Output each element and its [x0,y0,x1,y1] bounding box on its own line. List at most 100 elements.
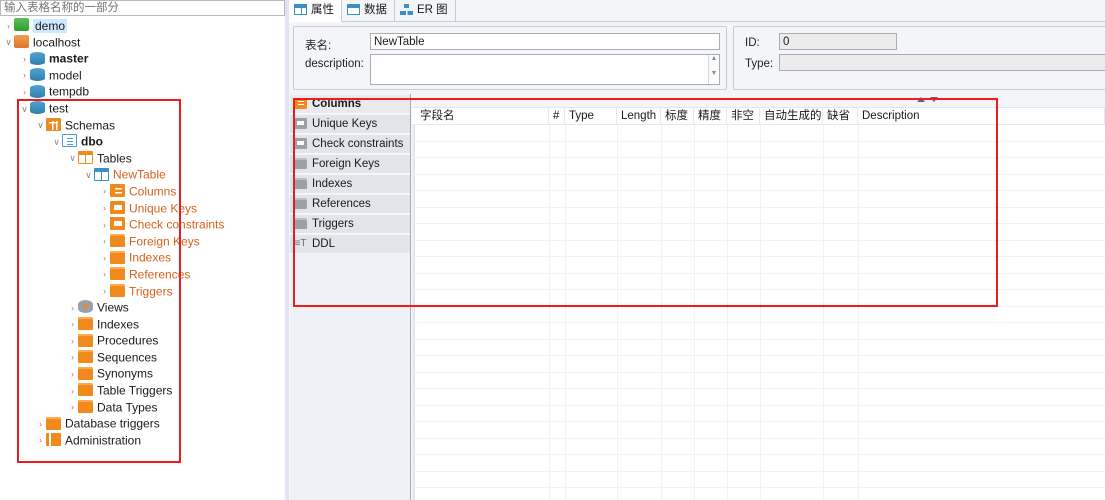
table-row[interactable] [412,406,1105,422]
chevron-down-icon[interactable]: ∨ [51,134,62,151]
chevron-right-icon[interactable]: › [67,300,78,317]
tree-item-foreign-keys[interactable]: › Foreign Keys [0,233,285,250]
tree-item-model[interactable]: › model [0,67,285,84]
description-textarea[interactable] [370,54,720,85]
table-row[interactable] [412,455,1105,472]
table-row[interactable] [412,257,1105,274]
object-list-item-references[interactable]: References [290,194,410,214]
table-row[interactable] [412,307,1105,323]
table-row[interactable] [412,274,1105,290]
table-name-input[interactable] [370,33,720,50]
columns-grid[interactable]: 字段名 # Type Length 标度 精度 非空 自动生成的 缺省 Description [412,94,1105,500]
tree-item-tempdb[interactable]: › tempdb [0,83,285,100]
chevron-right-icon[interactable]: › [67,349,78,366]
chevron-right-icon[interactable]: › [99,266,110,283]
table-row[interactable] [412,439,1105,455]
tree-item-schemas[interactable]: ∨ Schemas [0,117,285,134]
grid-column-header[interactable]: 非空 [727,108,760,125]
table-object-list[interactable]: Columns Unique Keys Check constraints Forei… [290,94,411,500]
tab-er-diagram[interactable]: ER 图 [395,0,456,22]
table-row[interactable] [412,488,1105,500]
tree-item-sequences[interactable]: › Sequences [0,349,285,366]
tree-item-indexes[interactable]: › Indexes [0,316,285,333]
chevron-right-icon[interactable]: › [67,316,78,333]
tree-item-unique-keys[interactable]: › Unique Keys [0,200,285,217]
table-row[interactable] [412,142,1105,158]
tree-item-table-triggers[interactable]: › Table Triggers [0,382,285,399]
tree-item-dbo[interactable]: ∨ dbo [0,133,285,150]
tree-item-tables[interactable]: ∨ Tables [0,150,285,167]
tree-item-localhost[interactable]: ∨ localhost [0,34,285,51]
tree-item-newtable[interactable]: ∨ NewTable [0,166,285,183]
chevron-right-icon[interactable]: › [19,84,30,101]
chevron-right-icon[interactable]: › [67,399,78,416]
tree-item-procedures[interactable]: › Procedures [0,332,285,349]
chevron-down-icon[interactable]: ∨ [83,167,94,184]
sort-ascending-icon[interactable] [917,97,925,102]
grid-column-header[interactable]: 自动生成的 [760,108,823,125]
tree-item-views[interactable]: › Views [0,299,285,316]
description-scroll-down-icon[interactable]: ▼ [708,70,719,84]
grid-column-header[interactable]: 字段名 [416,108,549,125]
chevron-right-icon[interactable]: › [99,233,110,250]
tab-properties[interactable]: 属性 [289,0,342,22]
id-input[interactable] [779,33,897,50]
table-row[interactable] [412,191,1105,208]
chevron-right-icon[interactable]: › [19,51,30,68]
tree-item-check-constraints[interactable]: › Check constraints [0,216,285,233]
chevron-right-icon[interactable]: › [35,432,46,449]
table-filter-input[interactable] [0,0,285,16]
chevron-right-icon[interactable]: › [99,200,110,217]
tree-item-database-triggers[interactable]: › Database triggers [0,415,285,432]
object-list-item-check-constraints[interactable]: Check constraints [290,134,410,154]
grid-column-header[interactable]: 精度 [694,108,727,125]
grid-column-header[interactable]: 标度 [661,108,694,125]
type-input[interactable] [779,54,1105,71]
grid-column-header[interactable]: Length [617,108,661,125]
table-row[interactable] [412,356,1105,373]
sort-descending-icon[interactable] [930,97,938,102]
chevron-down-icon[interactable]: ∨ [67,150,78,167]
object-list-item-columns[interactable]: Columns [290,94,410,114]
chevron-down-icon[interactable]: ∨ [19,101,30,118]
object-list-item-unique-keys[interactable]: Unique Keys [290,114,410,134]
tree-item-master[interactable]: › master [0,50,285,67]
grid-header-row[interactable]: 字段名 # Type Length 标度 精度 非空 自动生成的 缺省 Description [412,108,1105,125]
chevron-right-icon[interactable]: › [19,67,30,84]
table-row[interactable] [412,158,1105,175]
chevron-right-icon[interactable]: › [67,333,78,350]
chevron-right-icon[interactable]: › [67,366,78,383]
grid-sort-controls[interactable] [917,97,943,106]
grid-column-header[interactable]: Type [565,108,617,125]
tree-item-references[interactable]: › References [0,266,285,283]
table-row[interactable] [412,472,1105,488]
tree-item-demo[interactable]: › demo [0,17,285,34]
grid-body[interactable] [412,125,1105,500]
tree-item-indexes[interactable]: › Indexes [0,249,285,266]
chevron-right-icon[interactable]: › [99,283,110,300]
table-row[interactable] [412,241,1105,257]
tree-item-data-types[interactable]: › Data Types [0,399,285,416]
object-list-item-indexes[interactable]: Indexes [290,174,410,194]
grid-column-header[interactable]: 缺省 [823,108,858,125]
table-row[interactable] [412,389,1105,406]
chevron-right-icon[interactable]: › [67,383,78,400]
table-row[interactable] [412,373,1105,389]
chevron-right-icon[interactable]: › [35,416,46,433]
table-row[interactable] [412,208,1105,224]
chevron-right-icon[interactable]: › [99,183,110,200]
grid-column-header[interactable]: # [549,108,565,125]
tree-item-triggers[interactable]: › Triggers [0,283,285,300]
table-row[interactable] [412,422,1105,439]
object-list-item-ddl[interactable]: ≡T DDL [290,234,410,254]
tree-item-columns[interactable]: › Columns [0,183,285,200]
tree-item-administration[interactable]: › Administration [0,432,285,449]
tab-data[interactable]: 数据 [342,0,395,22]
grid-column-header[interactable]: Description [858,108,1105,125]
table-row[interactable] [412,175,1105,191]
tree-item-synonyms[interactable]: › Synonyms [0,365,285,382]
table-row[interactable] [412,224,1105,241]
chevron-down-icon[interactable]: ∨ [35,117,46,134]
chevron-right-icon[interactable]: › [3,18,14,35]
object-list-item-triggers[interactable]: Triggers [290,214,410,234]
